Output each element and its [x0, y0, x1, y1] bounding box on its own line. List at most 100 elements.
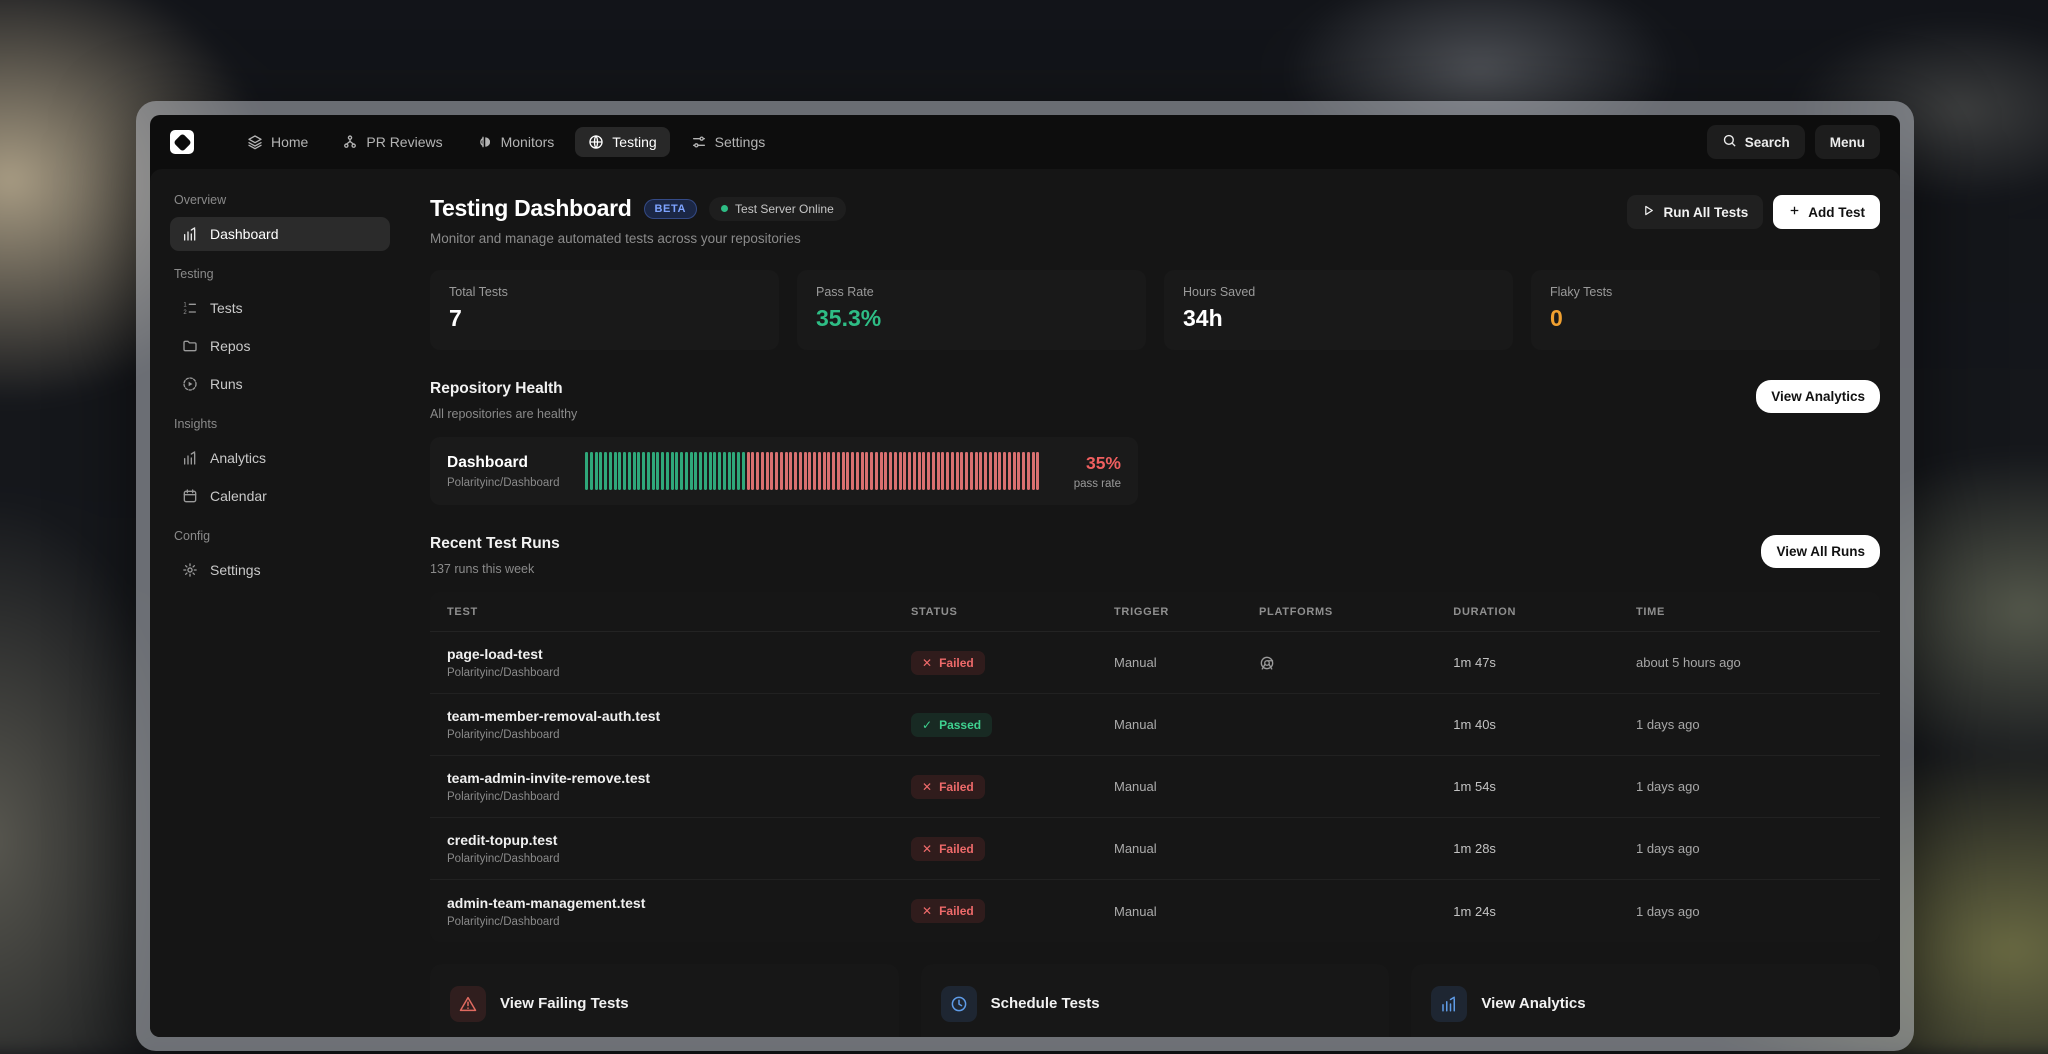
- search-button[interactable]: Search: [1707, 125, 1805, 159]
- nav-item-label: Settings: [715, 134, 766, 150]
- nav-item-settings[interactable]: Settings: [678, 127, 779, 157]
- x-icon: ✕: [922, 904, 932, 918]
- nav-item-pr-reviews[interactable]: PR Reviews: [329, 127, 455, 157]
- page-title-block: Testing Dashboard BETA Test Server Onlin…: [430, 195, 1627, 246]
- stat-card-hours-saved: Hours Saved 34h: [1164, 270, 1513, 350]
- health-segment: [785, 452, 788, 490]
- health-segment: [918, 452, 921, 490]
- time-cell: 1 days ago: [1619, 841, 1880, 856]
- test-name: page-load-test: [447, 646, 894, 662]
- page-title: Testing Dashboard: [430, 195, 632, 222]
- recent-runs-header: Recent Test Runs 137 runs this week View…: [430, 535, 1880, 576]
- top-navbar: Home PR Reviews Monitors Testing Setting…: [150, 115, 1900, 169]
- stat-value: 7: [449, 305, 760, 332]
- health-segment: [770, 452, 773, 490]
- table-row[interactable]: credit-topup.test Polarityinc/Dashboard …: [430, 818, 1880, 880]
- health-segment: [1008, 452, 1011, 490]
- health-segment: [998, 452, 1001, 490]
- nav-item-monitors[interactable]: Monitors: [464, 127, 568, 157]
- platform-cell: [1242, 655, 1436, 671]
- sidebar-item-label: Tests: [210, 300, 243, 316]
- brand-logo-icon[interactable]: [170, 130, 194, 154]
- pass-fail-segment-bar: [585, 452, 1041, 490]
- repo-identity: Dashboard Polarityinc/Dashboard: [447, 454, 569, 489]
- table-row[interactable]: admin-team-management.test Polarityinc/D…: [430, 880, 1880, 942]
- table-row[interactable]: page-load-test Polarityinc/Dashboard ✕ F…: [430, 632, 1880, 694]
- test-cell: team-admin-invite-remove.test Polarityin…: [430, 770, 894, 803]
- view-all-runs-button[interactable]: View All Runs: [1761, 535, 1880, 568]
- menu-button-label: Menu: [1830, 135, 1865, 150]
- health-segment: [808, 452, 811, 490]
- health-segment: [908, 452, 911, 490]
- duration-cell: 1m 24s: [1436, 904, 1619, 919]
- table-body: page-load-test Polarityinc/Dashboard ✕ F…: [430, 632, 1880, 942]
- run-all-tests-button[interactable]: Run All Tests: [1627, 195, 1763, 229]
- page-header: Testing Dashboard BETA Test Server Onlin…: [430, 195, 1880, 246]
- health-segment: [747, 452, 750, 490]
- health-segment: [652, 452, 655, 490]
- quick-action-schedule-tests[interactable]: Schedule Tests: [921, 964, 1390, 1037]
- chrome-icon: [1259, 655, 1436, 671]
- table-row[interactable]: team-member-removal-auth.test Polarityin…: [430, 694, 1880, 756]
- nav-item-home[interactable]: Home: [234, 127, 321, 157]
- beta-badge: BETA: [644, 199, 698, 219]
- duration-cell: 1m 40s: [1436, 717, 1619, 732]
- add-test-button[interactable]: Add Test: [1773, 195, 1880, 229]
- repo-health-card[interactable]: Dashboard Polarityinc/Dashboard 35% pass…: [430, 437, 1138, 505]
- x-icon: ✕: [922, 842, 932, 856]
- sidebar-item-analytics[interactable]: Analytics: [170, 441, 390, 475]
- nav-item-testing[interactable]: Testing: [575, 127, 669, 157]
- quick-action-label: Schedule Tests: [991, 995, 1100, 1012]
- health-segment: [694, 452, 697, 490]
- quick-action-view-analytics[interactable]: View Analytics: [1411, 964, 1880, 1037]
- svg-text:2: 2: [183, 310, 187, 316]
- view-analytics-button[interactable]: View Analytics: [1756, 380, 1880, 413]
- server-online-dot-icon: [721, 205, 728, 212]
- stat-card-pass-rate: Pass Rate 35.3%: [797, 270, 1146, 350]
- health-segment: [742, 452, 745, 490]
- health-segment: [728, 452, 731, 490]
- health-segment: [789, 452, 792, 490]
- sidebar-item-dashboard[interactable]: Dashboard: [170, 217, 390, 251]
- column-header-test: TEST: [430, 606, 894, 618]
- health-segment: [628, 452, 631, 490]
- time-cell: 1 days ago: [1619, 904, 1880, 919]
- status-label: Failed: [939, 904, 974, 918]
- health-segment: [614, 452, 617, 490]
- sidebar-section-label: Insights: [174, 417, 386, 431]
- trigger-cell: Manual: [1097, 904, 1242, 919]
- health-segment: [837, 452, 840, 490]
- repos-icon: [182, 338, 198, 354]
- status-label: Failed: [939, 780, 974, 794]
- menu-button[interactable]: Menu: [1815, 125, 1880, 159]
- health-segment: [927, 452, 930, 490]
- repo-health-title: Repository Health: [430, 380, 1756, 398]
- alert-triangle-icon: [459, 995, 477, 1013]
- health-segment: [680, 452, 683, 490]
- test-repo: Polarityinc/Dashboard: [447, 853, 894, 865]
- status-badge: ✕ Failed: [911, 899, 985, 923]
- health-segment: [723, 452, 726, 490]
- trigger-cell: Manual: [1097, 717, 1242, 732]
- trigger-cell: Manual: [1097, 841, 1242, 856]
- content-shell: Overview Dashboard Testing 12 Tests Repo…: [150, 169, 1900, 1037]
- stat-label: Total Tests: [449, 285, 760, 299]
- testing-icon: [588, 134, 604, 150]
- sidebar-item-repos[interactable]: Repos: [170, 329, 390, 363]
- health-segment: [937, 452, 940, 490]
- server-status-label: Test Server Online: [735, 202, 834, 216]
- quick-action-view-failing-tests[interactable]: View Failing Tests: [430, 964, 899, 1037]
- health-segment: [709, 452, 712, 490]
- health-segment: [656, 452, 659, 490]
- status-label: Failed: [939, 656, 974, 670]
- sidebar-item-tests[interactable]: 12 Tests: [170, 291, 390, 325]
- sidebar-item-calendar[interactable]: Calendar: [170, 479, 390, 513]
- table-row[interactable]: team-admin-invite-remove.test Polarityin…: [430, 756, 1880, 818]
- stat-card-flaky-tests: Flaky Tests 0: [1531, 270, 1880, 350]
- sidebar-section-label: Testing: [174, 267, 386, 281]
- health-segment: [766, 452, 769, 490]
- sidebar-item-settings[interactable]: Settings: [170, 553, 390, 587]
- health-segment: [794, 452, 797, 490]
- page-subtitle: Monitor and manage automated tests acros…: [430, 231, 1627, 246]
- sidebar-item-runs[interactable]: Runs: [170, 367, 390, 401]
